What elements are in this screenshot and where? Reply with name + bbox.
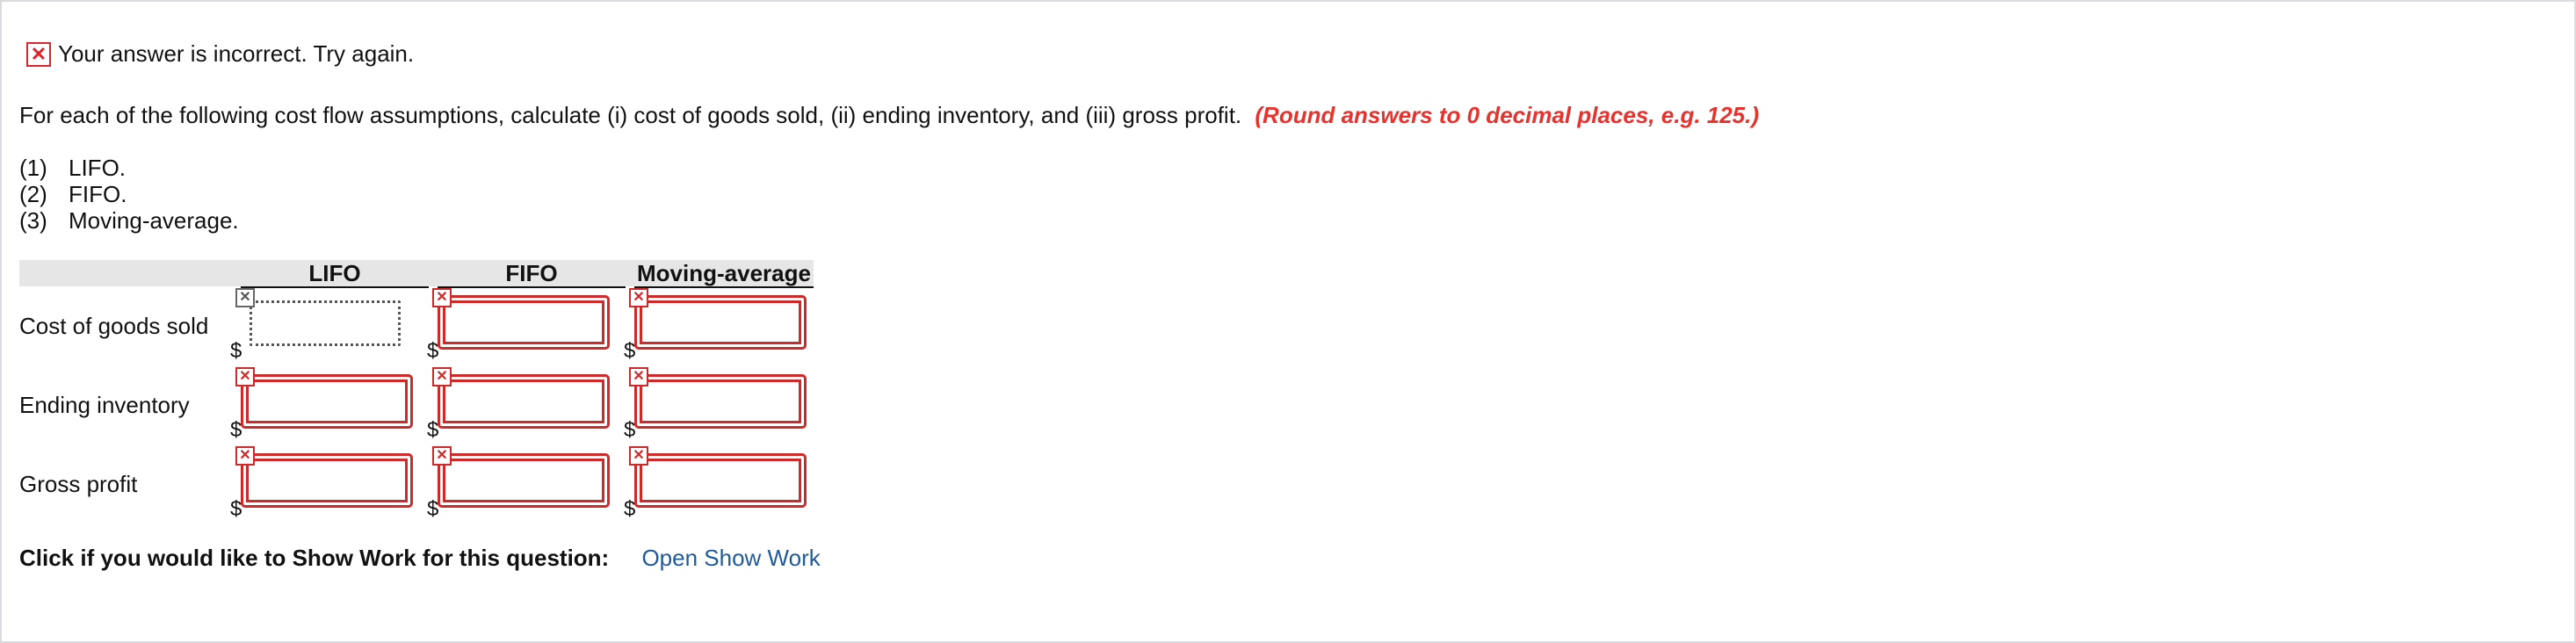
fifo-cogs-input[interactable] [438,295,610,350]
answer-cell: $ ✕ [427,367,627,441]
incorrect-icon: ✕ [432,446,452,466]
incorrect-icon: ✕ [235,288,255,307]
x-icon: ✕ [26,41,51,67]
lifo-cogs-input[interactable] [250,300,401,346]
method-number: (1) [19,155,47,181]
rounding-note: (Round answers to 0 decimal places, e.g.… [1255,102,1760,128]
incorrect-icon: ✕ [432,288,452,307]
answer-cell: $ ✕ [427,446,627,520]
moving-average-gross-profit-input[interactable] [634,453,807,508]
answer-cell: $ ✕ [624,367,824,441]
incorrect-icon: ✕ [629,446,648,466]
method-item: (1) LIFO. [19,155,239,181]
answer-cell: $ ✕ [230,367,431,441]
feedback-banner: ✕ Your answer is incorrect. Try again. [26,40,414,68]
answer-cell: $ ✕ [230,446,431,520]
column-header-moving-average: Moving-average [634,260,814,288]
method-item: (3) Moving-average. [19,207,239,234]
row-label-gross-profit: Gross profit [19,471,138,497]
answer-cell: $ ✕ [427,288,627,362]
open-show-work-link[interactable]: Open Show Work [641,545,820,571]
dollar-sign: $ [230,339,242,363]
fifo-gross-profit-input[interactable] [438,453,610,508]
method-list: (1) LIFO. (2) FIFO. (3) Moving-average. [19,155,239,234]
answer-table: LIFO FIFO Moving-average Cost of goods s… [19,260,814,541]
row-label-ending-inventory: Ending inventory [19,392,190,418]
method-number: (2) [19,181,47,207]
moving-average-ending-inventory-input[interactable] [634,374,807,429]
answer-cell: $ ✕ [230,288,431,362]
incorrect-icon: ✕ [629,288,648,307]
fifo-ending-inventory-input[interactable] [438,374,610,429]
feedback-message: Your answer is incorrect. Try again. [58,40,415,67]
incorrect-icon: ✕ [235,367,255,387]
instructions-text: For each of the following cost flow assu… [19,102,1242,128]
lifo-gross-profit-input[interactable] [241,453,413,508]
answer-cell: $ ✕ [624,288,824,362]
row-label-cost-of-goods-sold: Cost of goods sold [19,313,209,339]
incorrect-icon: ✕ [432,367,452,387]
show-work-prompt: Click if you would like to Show Work for… [19,545,821,572]
method-item: (2) FIFO. [19,181,239,207]
answer-cell: $ ✕ [624,446,824,520]
show-work-question: Click if you would like to Show Work for… [19,545,610,571]
column-header-fifo: FIFO [438,260,626,288]
column-header-lifo: LIFO [241,260,429,288]
lifo-ending-inventory-input[interactable] [241,374,413,429]
moving-average-cogs-input[interactable] [634,295,807,350]
incorrect-icon: ✕ [235,446,255,466]
method-label: Moving-average. [69,207,239,234]
method-number: (3) [19,207,47,234]
question-instructions: For each of the following cost flow assu… [19,102,1759,129]
method-label: FIFO. [69,181,127,207]
method-label: LIFO. [69,155,127,181]
incorrect-icon: ✕ [629,367,648,387]
